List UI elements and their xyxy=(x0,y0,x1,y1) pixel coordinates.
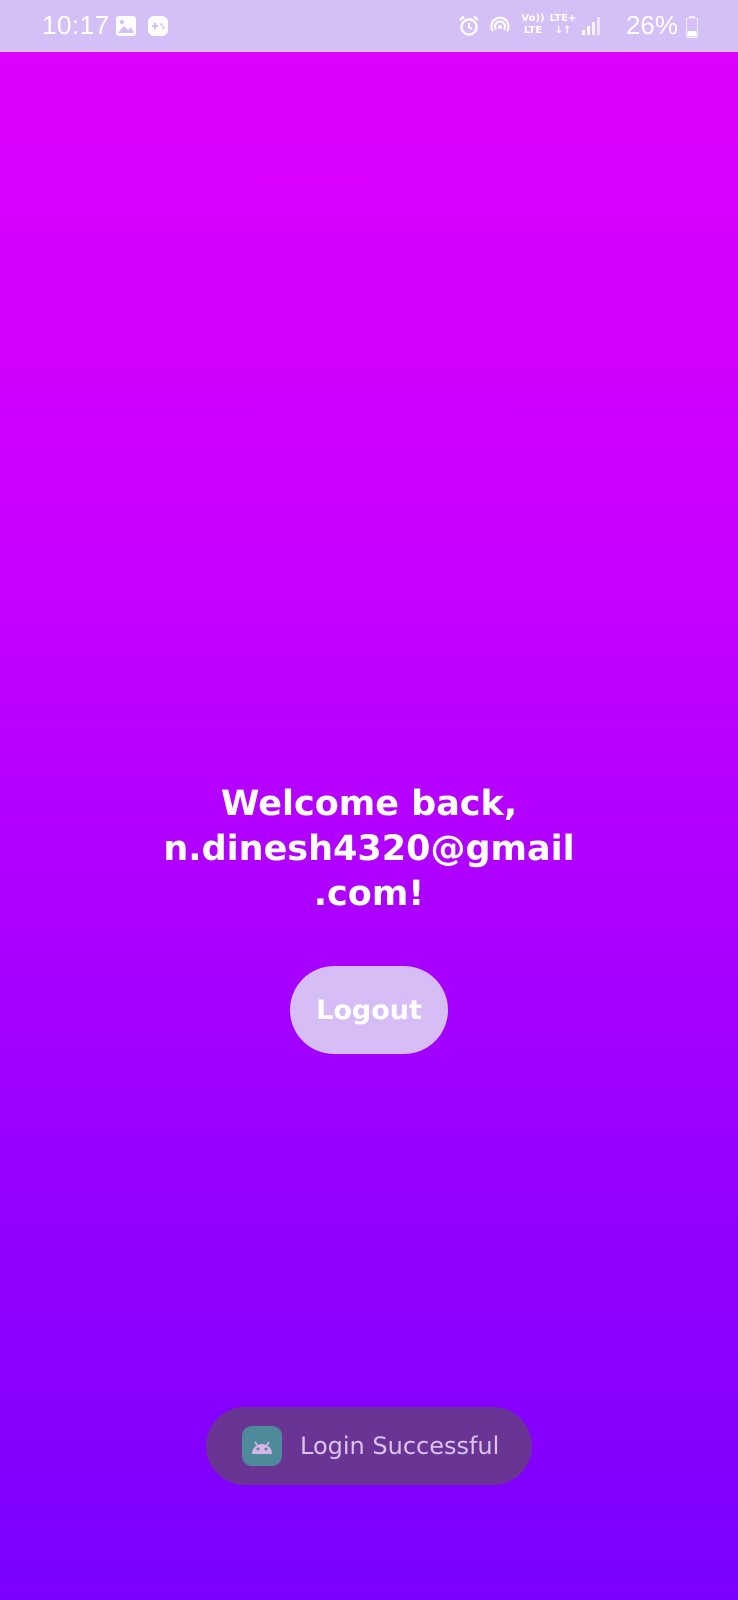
status-time: 10:17 xyxy=(42,10,110,40)
logout-button[interactable]: Logout xyxy=(290,966,448,1054)
lte-icon: LTE+ ↓↑ xyxy=(549,13,577,36)
game-icon xyxy=(148,16,168,36)
battery-icon xyxy=(686,16,698,38)
welcome-line-1: Welcome back, n.dinesh4320@gmail xyxy=(163,784,575,869)
app-screen: 10:17 Vo)) LTE LTE+ ↓↑ 26% Welcome back,… xyxy=(0,0,738,1600)
status-bar: 10:17 Vo)) LTE LTE+ ↓↑ 26% xyxy=(0,0,738,52)
signal-icon xyxy=(582,17,600,35)
welcome-message: Welcome back, n.dinesh4320@gmail .com! xyxy=(30,782,708,917)
battery-percent: 26% xyxy=(625,10,678,40)
volte-icon: Vo)) LTE xyxy=(521,13,545,36)
alarm-icon xyxy=(459,15,479,36)
welcome-line-2: .com! xyxy=(313,874,425,914)
toast-notification: Login Successful xyxy=(206,1407,532,1485)
gallery-icon xyxy=(116,16,136,36)
hotspot-icon xyxy=(490,16,510,32)
android-icon xyxy=(242,1426,282,1466)
toast-message: Login Successful xyxy=(300,1432,500,1460)
